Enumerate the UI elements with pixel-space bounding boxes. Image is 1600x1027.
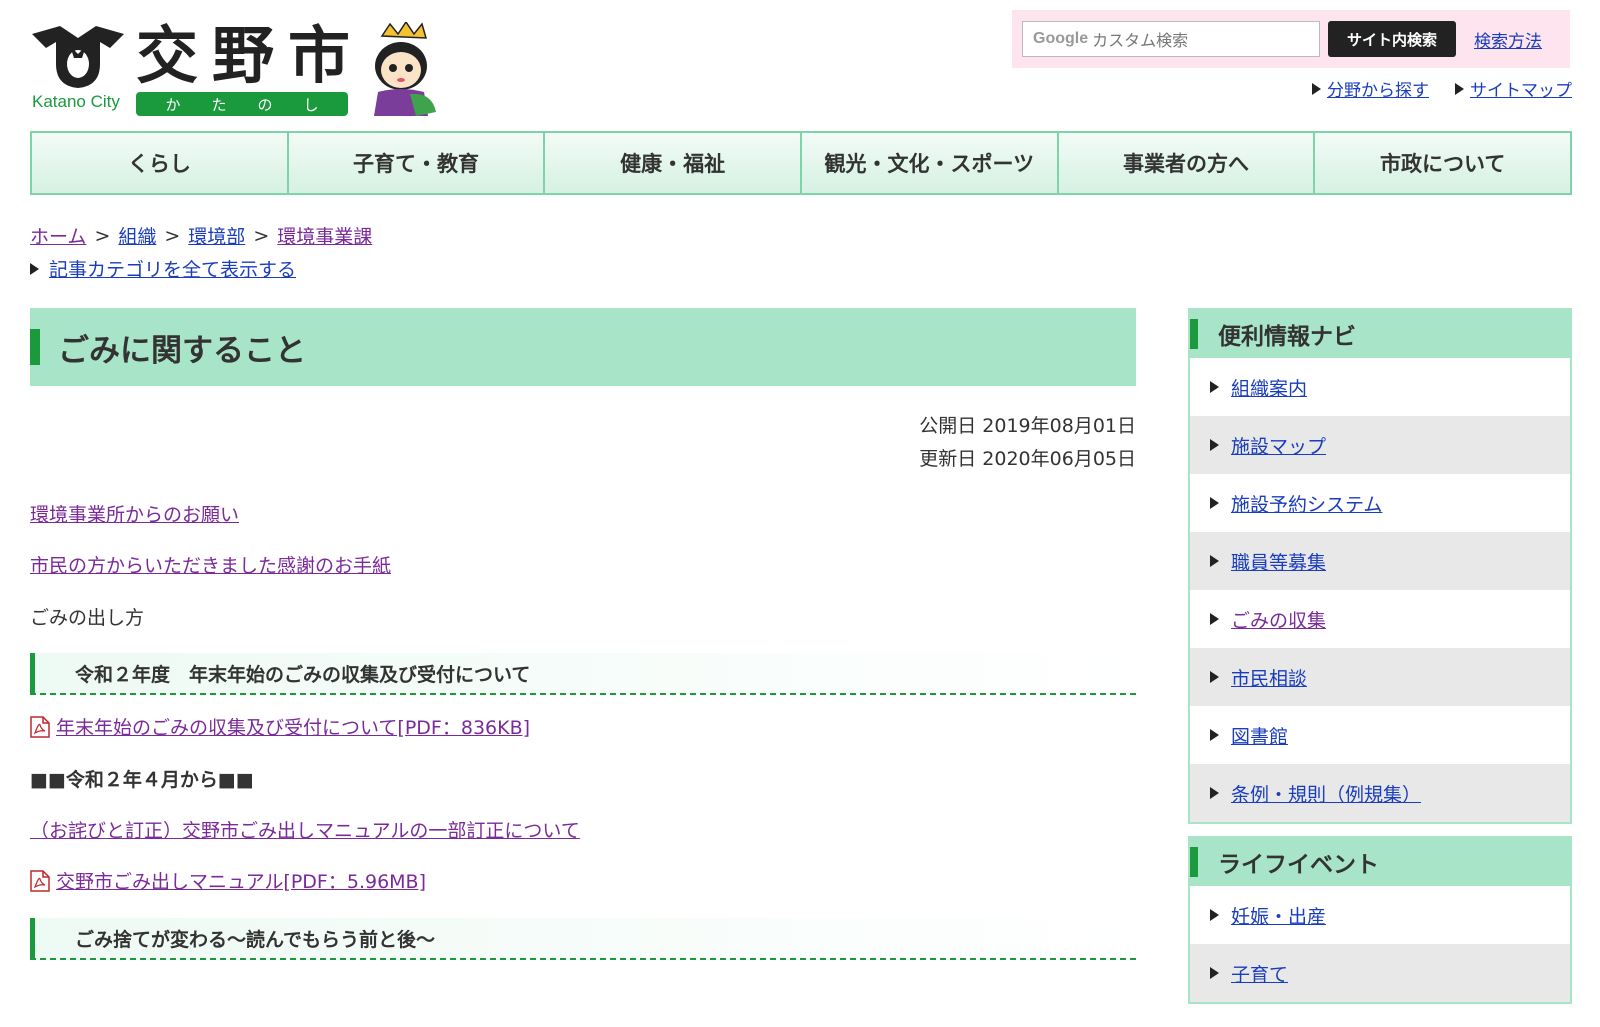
sidebar-title: ライフイベント [1218, 852, 1379, 878]
kana-char: の [257, 95, 273, 114]
site-search-box: Google カスタム検索 サイト内検索 検索方法 [1012, 10, 1570, 68]
google-label: Google [1033, 30, 1089, 47]
thanks-letter-link[interactable]: 市民の方からいただきました感謝のお手紙 [30, 551, 391, 578]
correction-link[interactable]: （お詫びと訂正）交野市ごみ出しマニュアルの一部訂正について [30, 816, 580, 843]
nav-item-jigyosha[interactable]: 事業者の方へ [1058, 133, 1316, 193]
util-item: 分野から探す [1312, 76, 1429, 101]
breadcrumb-environment-dept[interactable]: 環境部 [188, 222, 245, 249]
sidebar-item-label[interactable]: 図書館 [1231, 722, 1288, 749]
sidebar-item-label[interactable]: 条例・規則（例規集） [1231, 780, 1421, 807]
sidebar-item-label[interactable]: 施設予約システム [1231, 490, 1382, 517]
category-link-row: 記事カテゴリを全て表示する [30, 255, 296, 282]
global-nav: くらし 子育て・教育 健康・福祉 観光・文化・スポーツ 事業者の方へ 市政につい… [30, 131, 1572, 195]
utility-links: 分野から探す サイトマップ [1312, 76, 1572, 101]
breadcrumb-home[interactable]: ホーム [30, 222, 86, 249]
published-date: 公開日 2019年08月01日 [919, 415, 1136, 437]
kana-char: か [165, 95, 181, 114]
show-all-categories-link[interactable]: 記事カテゴリを全て表示する [49, 255, 296, 282]
pdf-link-row: 交野市ごみ出しマニュアル[PDF：5.96MB] [30, 867, 426, 894]
sidebar-item-label[interactable]: ごみの収集 [1231, 606, 1326, 633]
search-placeholder: カスタム検索 [1092, 31, 1189, 50]
nav-item-shisei[interactable]: 市政について [1315, 133, 1571, 193]
city-name-en: Katano City [32, 92, 120, 111]
field-search-link[interactable]: 分野から探す [1327, 76, 1429, 101]
breadcrumb-separator: > [164, 224, 181, 247]
city-name-jp: 交野市 [136, 19, 365, 92]
page-title: ごみに関すること [58, 332, 306, 369]
breadcrumb-separator: > [94, 224, 111, 247]
triangle-right-icon [1210, 439, 1219, 451]
kana-char: し [303, 95, 319, 114]
util-item: サイトマップ [1455, 76, 1572, 101]
sidebar-item-label[interactable]: 組織案内 [1231, 374, 1307, 401]
triangle-right-icon [1455, 82, 1464, 95]
sidebar-item-label[interactable]: 施設マップ [1231, 432, 1326, 459]
sidebar-item-facility-map[interactable]: 施設マップ [1190, 416, 1570, 474]
life-event-navi: ライフイベント 妊娠・出産 子育て [1188, 836, 1572, 1004]
triangle-right-icon [1210, 967, 1219, 979]
sidebar-accent-bar [1190, 319, 1198, 349]
sidebar-item-organization[interactable]: 組織案内 [1190, 358, 1570, 416]
sidebar-header: ライフイベント [1190, 838, 1570, 886]
triangle-right-icon [1210, 381, 1219, 393]
nav-item-kanko[interactable]: 観光・文化・スポーツ [802, 133, 1059, 193]
request-link[interactable]: 環境事業所からのお願い [30, 500, 239, 527]
breadcrumb: ホーム > 組織 > 環境部 > 環境事業課 [30, 222, 372, 249]
sidebar-item-consultation[interactable]: 市民相談 [1190, 648, 1570, 706]
section-heading: 令和２年度 年末年始のごみの収集及び受付について [30, 653, 1136, 695]
section-heading: ごみ捨てが変わる～読んでもらう前と後～ [30, 918, 1136, 960]
pdf-icon [30, 715, 50, 738]
triangle-right-icon [1210, 555, 1219, 567]
sidebar-item-childcare[interactable]: 子育て [1190, 944, 1570, 1002]
sidebar-item-label[interactable]: 子育て [1231, 960, 1288, 987]
breadcrumb-organization[interactable]: 組織 [118, 222, 156, 249]
manual-pdf-link[interactable]: 交野市ごみ出しマニュアル[PDF：5.96MB] [56, 867, 426, 894]
sidebar-item-reservation[interactable]: 施設予約システム [1190, 474, 1570, 532]
convenience-navi: 便利情報ナビ 組織案内 施設マップ 施設予約システム 職員等募集 ごみの収集 市… [1188, 308, 1572, 824]
breadcrumb-environment-section[interactable]: 環境事業課 [277, 222, 372, 249]
sidebar-item-library[interactable]: 図書館 [1190, 706, 1570, 764]
nav-item-kosodate[interactable]: 子育て・教育 [288, 133, 546, 193]
triangle-right-icon [1210, 909, 1219, 921]
city-emblem-icon [32, 26, 124, 88]
publish-dates: 公開日 2019年08月01日 更新日 2020年06月05日 [919, 410, 1136, 476]
triangle-right-icon [30, 262, 39, 275]
triangle-right-icon [1210, 613, 1219, 625]
triangle-right-icon [1210, 787, 1219, 799]
mascot-character-icon [374, 22, 436, 116]
pdf-link-row: 年末年始のごみの収集及び受付について[PDF：836KB] [30, 713, 530, 740]
triangle-right-icon [1210, 729, 1219, 741]
sidebar-title: 便利情報ナビ [1218, 324, 1356, 350]
nav-item-kurashi[interactable]: くらし [32, 133, 289, 193]
sidebar-accent-bar [1190, 847, 1198, 877]
sidebar-item-garbage[interactable]: ごみの収集 [1190, 590, 1570, 648]
search-input[interactable]: Google カスタム検索 [1022, 21, 1320, 57]
triangle-right-icon [1312, 82, 1321, 95]
search-button[interactable]: サイト内検索 [1328, 21, 1456, 57]
year-end-pdf-link[interactable]: 年末年始のごみの収集及び受付について[PDF：836KB] [56, 713, 530, 740]
sidebar-item-recruitment[interactable]: 職員等募集 [1190, 532, 1570, 590]
city-kana-bar: か た の し [136, 92, 348, 116]
triangle-right-icon [1210, 671, 1219, 683]
pdf-icon [30, 869, 50, 892]
sidebar-item-label[interactable]: 妊娠・出産 [1231, 902, 1326, 929]
sidebar-item-label[interactable]: 職員等募集 [1231, 548, 1326, 575]
disposal-text: ごみの出し方 [30, 607, 145, 629]
notice-heading: ■■令和２年４月から■■ [30, 769, 254, 791]
nav-item-kenko[interactable]: 健康・福祉 [545, 133, 803, 193]
page-title-box: ごみに関すること [30, 308, 1136, 386]
sidebar-item-regulations[interactable]: 条例・規則（例規集） [1190, 764, 1570, 822]
kana-char: た [211, 95, 227, 114]
sidebar-item-pregnancy[interactable]: 妊娠・出産 [1190, 886, 1570, 944]
site-logo[interactable]: Katano City 交野市 か た の し [30, 18, 440, 118]
search-help-link[interactable]: 検索方法 [1474, 27, 1542, 52]
sidebar-item-label[interactable]: 市民相談 [1231, 664, 1307, 691]
sitemap-link[interactable]: サイトマップ [1470, 76, 1572, 101]
title-accent-bar [30, 329, 40, 365]
updated-date: 更新日 2020年06月05日 [919, 448, 1136, 470]
breadcrumb-separator: > [253, 224, 270, 247]
triangle-right-icon [1210, 497, 1219, 509]
sidebar-header: 便利情報ナビ [1190, 310, 1570, 358]
